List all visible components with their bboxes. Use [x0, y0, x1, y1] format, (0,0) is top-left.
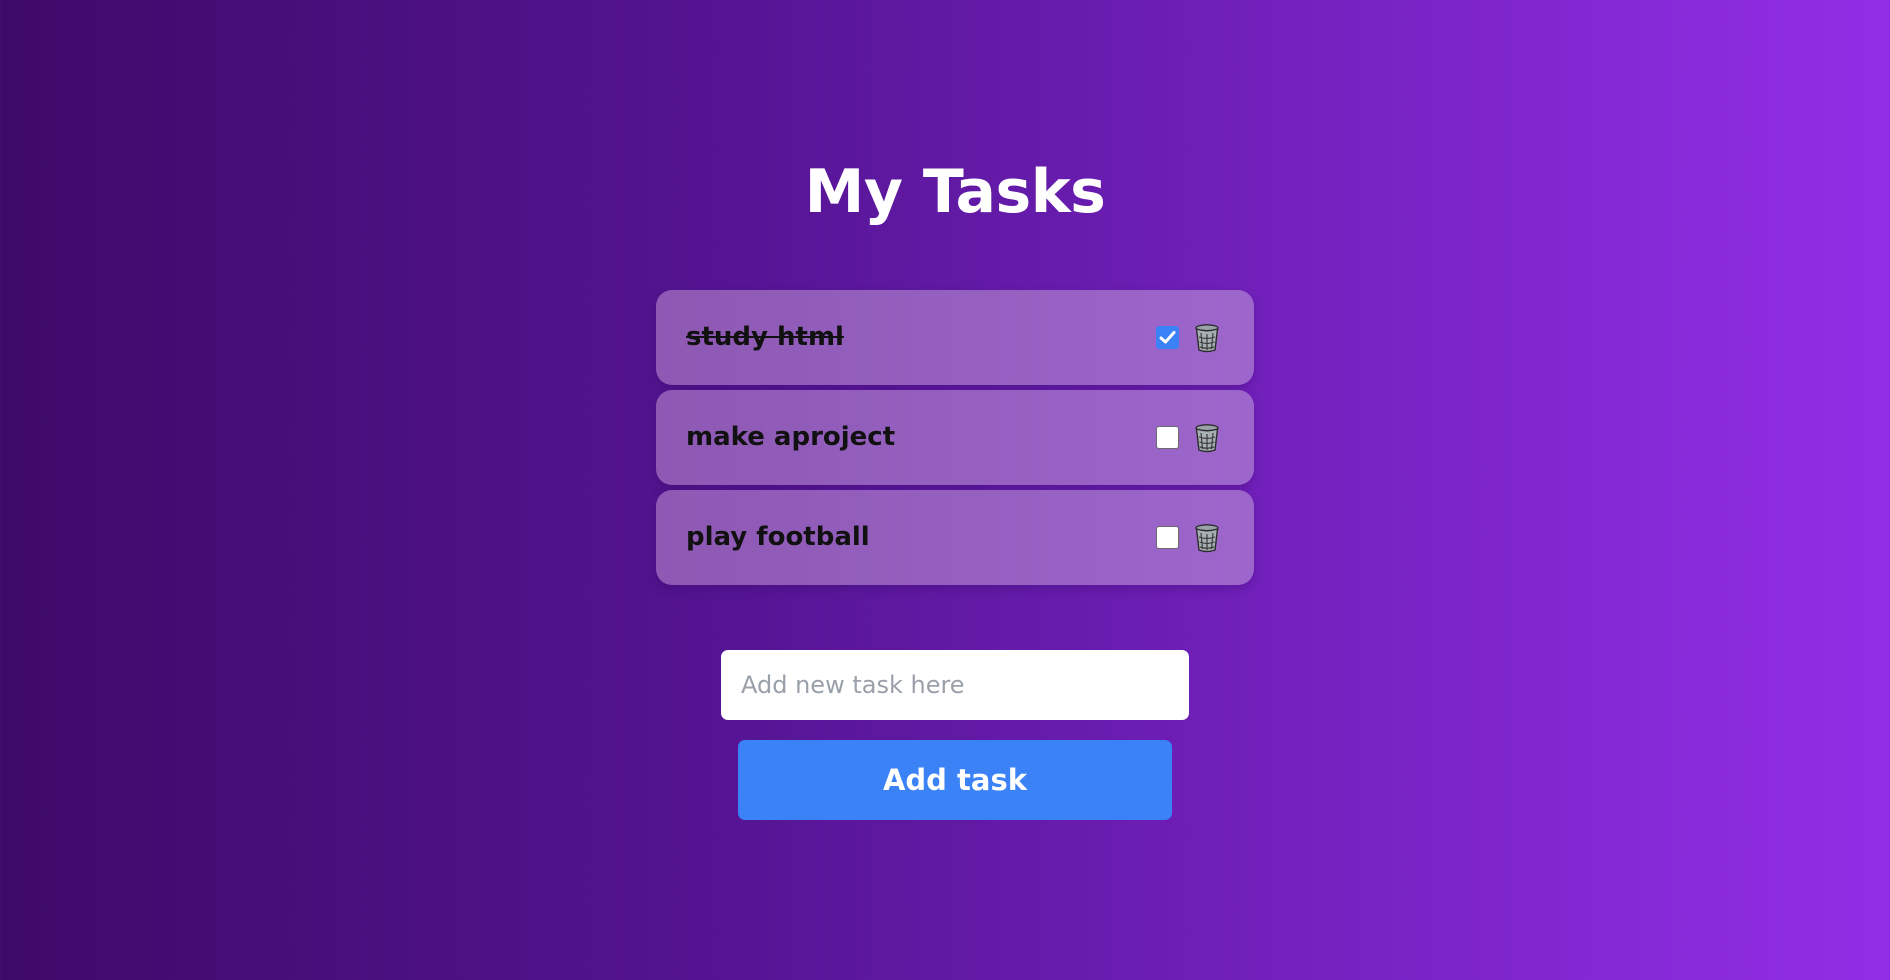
task-checkbox[interactable]: [1156, 326, 1179, 349]
add-task-button[interactable]: Add task: [738, 740, 1172, 820]
trash-icon[interactable]: [1193, 323, 1221, 353]
trash-icon[interactable]: [1193, 523, 1221, 553]
trash-icon[interactable]: [1193, 423, 1221, 453]
task-item: make aproject: [656, 390, 1254, 485]
page-title: My Tasks: [804, 157, 1106, 227]
task-label: play football: [686, 522, 870, 552]
task-label: study html: [686, 322, 844, 352]
task-checkbox[interactable]: [1156, 426, 1179, 449]
task-item: study html: [656, 290, 1254, 385]
app-container: My Tasks study html make aproject play f…: [0, 0, 1890, 980]
task-checkbox[interactable]: [1156, 526, 1179, 549]
checkmark-icon: [1159, 331, 1176, 344]
task-label: make aproject: [686, 422, 896, 452]
task-list: study html make aproject play football: [656, 290, 1254, 590]
task-item: play football: [656, 490, 1254, 585]
new-task-input[interactable]: [721, 650, 1189, 720]
